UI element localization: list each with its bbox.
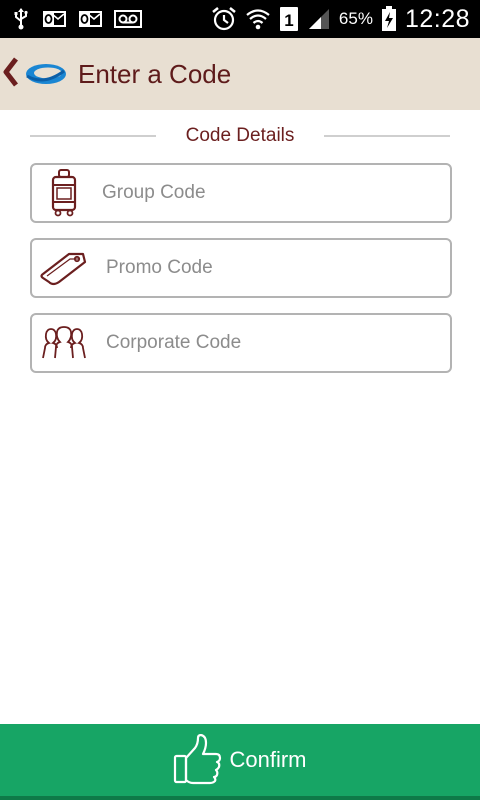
status-bar-notifications [12, 0, 142, 38]
thumbs-up-icon [173, 734, 223, 786]
people-icon [32, 315, 96, 371]
outlook-icon [78, 7, 102, 31]
usb-icon [12, 7, 30, 31]
page-title: Enter a Code [78, 58, 232, 89]
action-bar: Enter a Code [0, 38, 480, 110]
sim-slot-label: 1 [284, 11, 293, 30]
section-title: Code Details [185, 125, 295, 146]
confirm-label: Confirm [229, 747, 307, 772]
confirm-bottom-edge [0, 796, 480, 800]
group-code-input[interactable] [96, 173, 422, 213]
wifi-icon [245, 7, 271, 31]
section-heading: Code Details [30, 122, 450, 150]
promo-code-field[interactable] [30, 238, 452, 298]
status-clock: 12:28 [404, 4, 470, 33]
battery-charging-icon [381, 6, 397, 31]
tag-icon [32, 240, 96, 296]
outlook-icon [42, 7, 66, 31]
back-button[interactable] [0, 54, 22, 94]
corporate-code-input[interactable] [96, 323, 426, 363]
signal-icon [307, 7, 331, 31]
corporate-code-field[interactable] [30, 313, 452, 373]
alarm-icon [211, 7, 237, 31]
voicemail-icon [114, 7, 142, 31]
brand-logo-icon [24, 59, 68, 89]
battery-percent: 65% [338, 9, 373, 28]
group-code-field[interactable] [30, 163, 452, 223]
luggage-icon [32, 165, 96, 221]
promo-code-input[interactable] [96, 248, 426, 288]
divider [30, 135, 156, 137]
status-bar: 1 65% 12:28 [0, 0, 480, 38]
confirm-button[interactable]: Confirm [0, 724, 480, 796]
chevron-left-icon [2, 55, 20, 94]
divider [324, 135, 450, 137]
status-bar-system: 1 65% 12:28 [211, 0, 470, 38]
sim-icon: 1 [279, 7, 299, 31]
